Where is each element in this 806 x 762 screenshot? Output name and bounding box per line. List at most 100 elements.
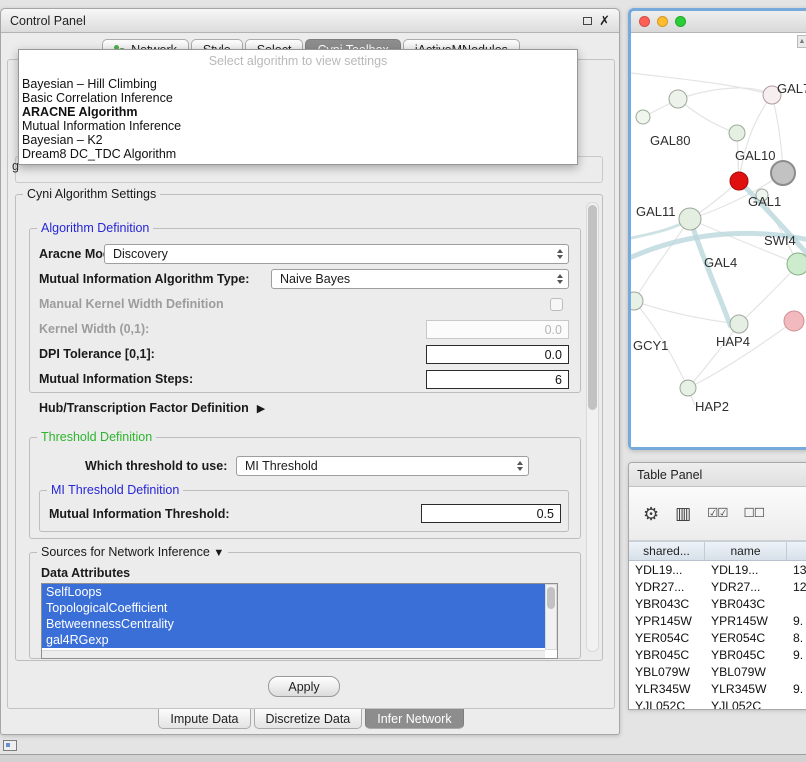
network-node[interactable]	[730, 172, 748, 190]
table-row[interactable]: YBR043CYBR043C	[629, 595, 806, 612]
window-minimize-button[interactable]	[657, 16, 668, 27]
network-node[interactable]	[680, 380, 696, 396]
data-attributes-list[interactable]: SelfLoopsTopologicalCoefficientBetweenne…	[41, 583, 558, 659]
table-row[interactable]: YLR345WYLR345W9.	[629, 680, 806, 697]
aracne-mode-value: Discovery	[113, 247, 168, 261]
node-label-hap2: HAP2	[695, 399, 729, 414]
table-cell: YJL052C	[629, 699, 705, 710]
close-icon[interactable]: ✗	[599, 11, 610, 31]
deselect-rows-icon[interactable]: ☐☐	[744, 507, 764, 520]
algorithm-definition-title: Algorithm Definition	[37, 221, 153, 235]
table-row[interactable]: YBL079WYBL079W	[629, 663, 806, 680]
tab-discretize-data[interactable]: Discretize Data	[254, 709, 363, 729]
table-cell: YBR043C	[629, 597, 705, 611]
sources-label: Sources for Network Inference	[41, 545, 210, 559]
table-cell: YBL079W	[629, 665, 705, 679]
attributes-vertical-scrollbar[interactable]	[545, 584, 557, 650]
network-node[interactable]	[784, 311, 804, 331]
window-zoom-button[interactable]	[675, 16, 686, 27]
which-threshold-select[interactable]: MI Threshold	[236, 456, 529, 476]
which-threshold-label: Which threshold to use:	[85, 459, 227, 473]
data-attributes-label: Data Attributes	[41, 566, 130, 580]
column-header-name[interactable]: name	[705, 542, 787, 560]
tab-label: Discretize Data	[266, 712, 351, 726]
dpi-tolerance-input[interactable]	[426, 345, 569, 364]
network-node[interactable]	[669, 90, 687, 108]
table-cell: 9.	[787, 682, 806, 696]
mi-steps-label: Mutual Information Steps:	[39, 372, 193, 386]
select-rows-icon[interactable]: ☑☑	[707, 507, 727, 520]
tab-impute-data[interactable]: Impute Data	[158, 709, 250, 729]
table-cell: YPR145W	[705, 614, 787, 628]
algorithm-option-bayesian-hill-climbing[interactable]: Bayesian – Hill Climbing	[19, 77, 577, 91]
table-cell: YDL19...	[705, 563, 787, 577]
network-edge	[678, 99, 737, 133]
table-cell: YBR045C	[705, 648, 787, 662]
dropdown-placeholder: Select algorithm to view settings	[19, 50, 577, 77]
table-row[interactable]: YJL052CYJL052C	[629, 697, 806, 709]
network-scrollbar-arrow[interactable]: ▲	[797, 35, 806, 48]
aracne-mode-select[interactable]: Discovery	[104, 244, 569, 264]
network-node[interactable]	[729, 125, 745, 141]
algorithm-option-aracne-algorithm[interactable]: ARACNE Algorithm	[19, 105, 577, 119]
window-close-button[interactable]	[639, 16, 650, 27]
table-cell: YDL19...	[629, 563, 705, 577]
algorithm-option-mutual-information-inference[interactable]: Mutual Information Inference	[19, 119, 577, 133]
table-row[interactable]: YDR27...YDR27...12	[629, 578, 806, 595]
node-label-gal80: GAL80	[650, 133, 690, 148]
mi-algorithm-type-value: Naive Bayes	[280, 272, 350, 286]
attribute-item-topologicalcoefficient[interactable]: TopologicalCoefficient	[42, 600, 545, 616]
table-row[interactable]: YBR045CYBR045C9.	[629, 646, 806, 663]
network-node[interactable]	[787, 253, 806, 275]
table-toolbar: ⚙ ▥ ☑☑ ☐☐	[629, 487, 806, 541]
settings-vertical-scrollbar[interactable]	[586, 202, 599, 652]
window-buttons	[639, 16, 686, 27]
table-row[interactable]: YDL19...YDL19...13	[629, 561, 806, 578]
network-node[interactable]	[679, 208, 701, 230]
algorithm-option-bayesian-k2[interactable]: Bayesian – K2	[19, 133, 577, 147]
float-window-icon[interactable]	[583, 17, 592, 25]
network-node[interactable]	[636, 110, 650, 124]
column-visibility-icon[interactable]: ▥	[675, 505, 691, 522]
table-body: YDL19...YDL19...13YDR27...YDR27...12YBR0…	[629, 561, 806, 709]
mi-algorithm-type-select[interactable]: Naive Bayes	[271, 269, 569, 289]
table-row[interactable]: YER054CYER054C8.	[629, 629, 806, 646]
table-row[interactable]: YPR145WYPR145W9.	[629, 612, 806, 629]
column-header-shared[interactable]: shared...	[629, 542, 705, 560]
attribute-item-selfloops[interactable]: SelfLoops	[42, 584, 545, 600]
kernel-width-label: Kernel Width (0,1):	[39, 322, 149, 336]
attributes-scrollbar-thumb[interactable]	[547, 587, 555, 609]
sources-expander[interactable]: Sources for Network Inference ▼	[37, 545, 228, 560]
table-cell: 8.	[787, 631, 806, 645]
node-label-gal1: GAL1	[748, 194, 781, 209]
settings-scrollbar-thumb[interactable]	[588, 205, 597, 410]
mi-threshold-input[interactable]	[421, 504, 561, 523]
tab-label: Infer Network	[377, 712, 451, 726]
attribute-item-betweennesscentrality[interactable]: BetweennessCentrality	[42, 616, 545, 632]
node-label-hap4: HAP4	[716, 334, 750, 349]
settings-icon[interactable]: ⚙	[643, 505, 659, 523]
network-node[interactable]	[771, 161, 795, 185]
apply-button[interactable]: Apply	[268, 676, 340, 697]
app-background: Control Panel ✗ NetworkStyleSelectCyni T…	[0, 0, 806, 762]
restore-panel-icon[interactable]	[3, 740, 17, 751]
network-node[interactable]	[631, 292, 643, 310]
network-window-titlebar	[631, 11, 806, 33]
tab-infer-network[interactable]: Infer Network	[365, 709, 463, 729]
bottom-tab-bar: Impute Data Discretize Data Infer Network	[1, 709, 621, 729]
attributes-horizontal-scrollbar[interactable]	[42, 650, 545, 658]
hub-factor-expander[interactable]: Hub/Transcription Factor Definition ▶	[39, 401, 265, 415]
network-node[interactable]	[730, 315, 748, 333]
kernel-width-input	[426, 320, 569, 339]
expander-down-icon: ▼	[213, 547, 224, 559]
node-label-gal10: GAL10	[735, 148, 775, 163]
chevron-updown-icon	[557, 274, 563, 284]
algorithm-option-basic-correlation-inference[interactable]: Basic Correlation Inference	[19, 91, 577, 105]
attribute-item-gal4rgexp[interactable]: gal4RGexp	[42, 632, 545, 648]
table-cell: 9.	[787, 648, 806, 662]
algorithm-option-dream8-dc-tdc-algorithm[interactable]: Dream8 DC_TDC Algorithm	[19, 147, 577, 161]
network-view-window: GAL7GAL80GAL10GAL11GAL1SWI4GAL4GCY1HAP4H…	[628, 8, 806, 450]
mi-steps-input[interactable]	[426, 370, 569, 389]
column-header-2[interactable]	[787, 542, 806, 560]
network-canvas[interactable]: GAL7GAL80GAL10GAL11GAL1SWI4GAL4GCY1HAP4H…	[631, 33, 806, 447]
